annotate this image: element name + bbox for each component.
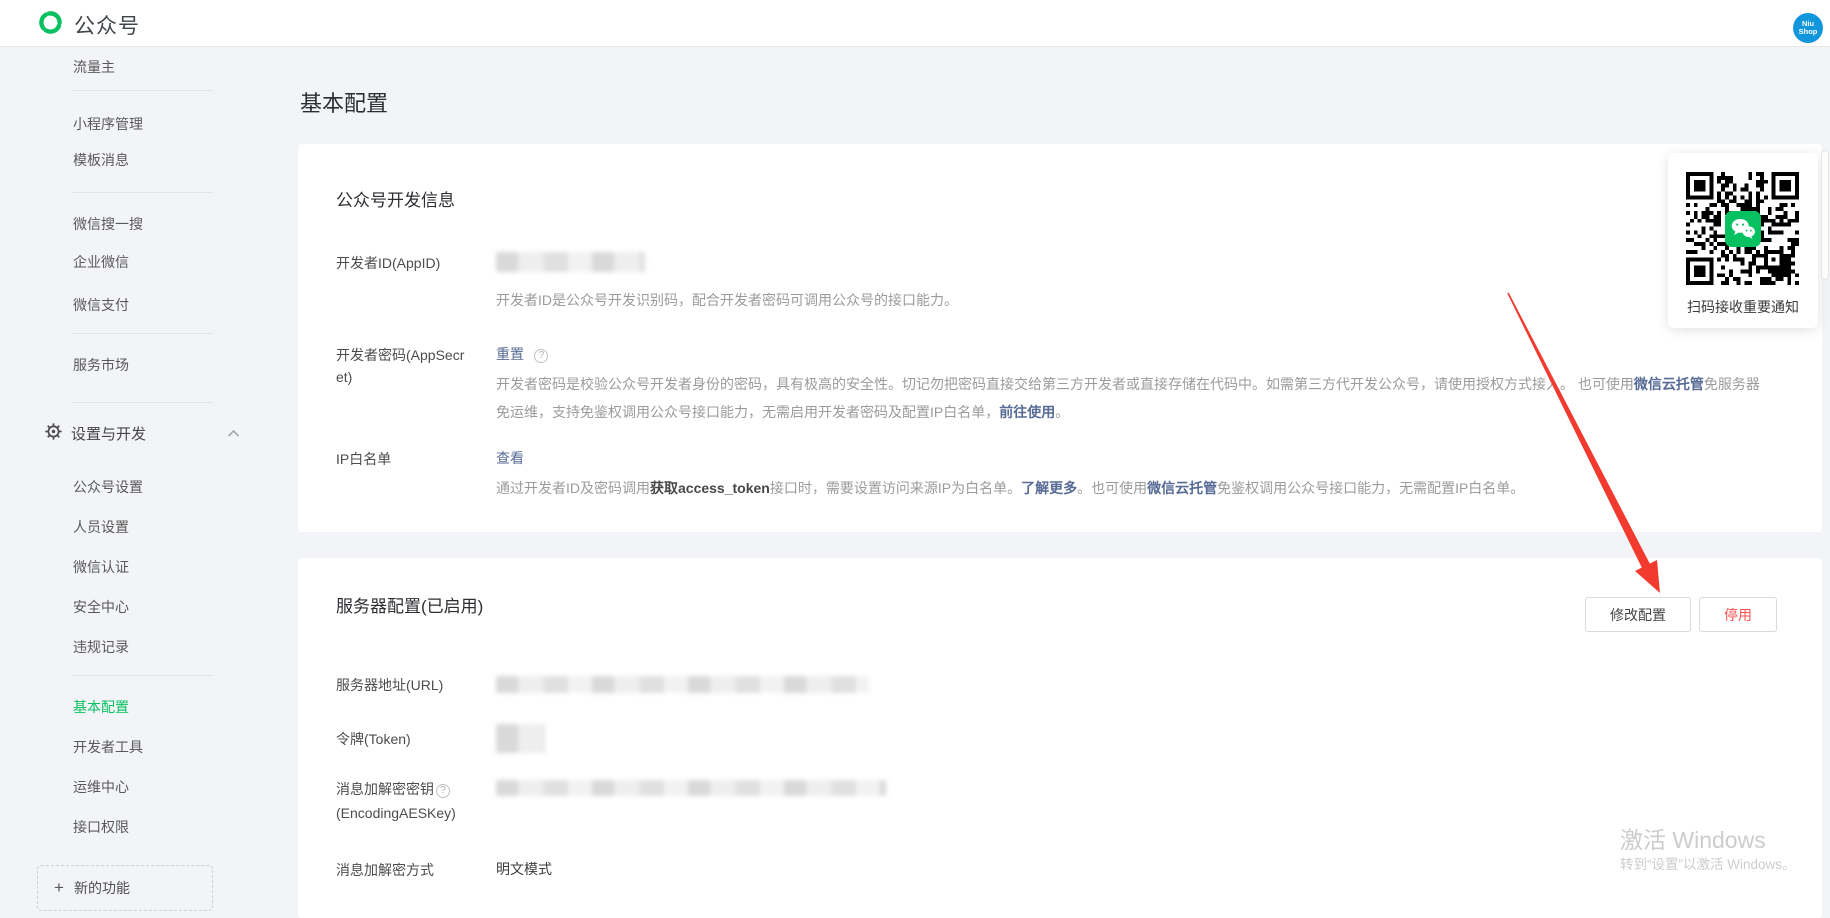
new-feature-label: 新的功能 — [74, 878, 130, 898]
sidebar-item-traffic[interactable]: 流量主 — [73, 57, 115, 77]
sidebar-item-work-wechat[interactable]: 企业微信 — [73, 252, 129, 272]
sidebar-item-account-settings[interactable]: 公众号设置 — [73, 477, 143, 497]
ip-whitelist-label: IP白名单 — [336, 448, 496, 498]
encrypt-mode-value: 明文模式 — [496, 859, 1772, 879]
appid-value-redacted — [496, 252, 645, 272]
qr-code — [1686, 172, 1799, 285]
account-avatar-badge[interactable]: Niu Shop — [1793, 13, 1823, 43]
ip-desc-text: 。也可使用 — [1077, 480, 1147, 496]
watermark-line2: 转到“设置”以激活 Windows。 — [1620, 856, 1796, 874]
sidebar-divider — [73, 333, 213, 334]
wechat-official-logo-icon — [37, 9, 64, 41]
brand-title: 公众号 — [74, 10, 140, 40]
learn-more-link[interactable]: 了解更多 — [1021, 480, 1077, 496]
help-icon[interactable]: ? — [436, 784, 450, 798]
qr-caption: 扫码接收重要通知 — [1668, 297, 1818, 317]
sidebar-divider — [73, 675, 213, 676]
sidebar-item-wechat-search[interactable]: 微信搜一搜 — [73, 214, 143, 234]
ip-whitelist-row: IP白名单 查看 通过开发者ID及密码调用获取access_token接口时，需… — [336, 448, 1822, 498]
sidebar-section-label: 设置与开发 — [71, 423, 146, 444]
sidebar: 流量主 小程序管理 模板消息 微信搜一搜 企业微信 微信支付 服务市场 — [0, 47, 250, 904]
sidebar-divider — [73, 192, 213, 193]
server-url-row: 服务器地址(URL) — [336, 674, 1822, 696]
chevron-up-icon — [227, 429, 240, 438]
disable-button[interactable]: 停用 — [1699, 597, 1777, 632]
appid-desc: 开发者ID是公众号开发识别码，配合开发者密码可调用公众号的接口能力。 — [496, 290, 1772, 310]
page-title: 基本配置 — [300, 86, 388, 118]
brand: 公众号 — [37, 9, 140, 41]
dev-info-card: 公众号开发信息 开发者ID(AppID) 开发者ID是公众号开发识别码，配合开发… — [298, 144, 1822, 532]
aeskey-row: 消息加解密密钥? (EncodingAESKey) — [336, 777, 1822, 825]
reset-link[interactable]: 重置 — [496, 346, 524, 362]
server-url-value-redacted — [496, 676, 869, 693]
sidebar-item-developer-tools[interactable]: 开发者工具 — [73, 737, 143, 757]
sidebar-item-service-market[interactable]: 服务市场 — [73, 355, 129, 375]
cloud-hosting-link[interactable]: 微信云托管 — [1634, 376, 1704, 392]
aeskey-value-redacted — [496, 780, 886, 796]
plus-icon: + — [54, 878, 74, 898]
windows-activation-watermark: 激活 Windows 转到“设置”以激活 Windows。 — [1620, 827, 1796, 874]
sidebar-item-api-permission[interactable]: 接口权限 — [73, 817, 129, 837]
sidebar-item-wechat-pay[interactable]: 微信支付 — [73, 295, 129, 315]
sidebar-item-ops-center[interactable]: 运维中心 — [73, 777, 129, 797]
ip-desc-text: 接口时，需要设置访问来源IP为白名单。 — [770, 480, 1021, 496]
scrollbar-thumb[interactable] — [1821, 150, 1829, 280]
dev-info-heading: 公众号开发信息 — [298, 144, 1822, 212]
cloud-hosting-link[interactable]: 微信云托管 — [1147, 480, 1217, 496]
modify-config-button[interactable]: 修改配置 — [1585, 597, 1691, 632]
token-row: 令牌(Token) — [336, 728, 1822, 753]
aeskey-label-text: 消息加解密密钥 — [336, 781, 434, 797]
appsecret-desc-text: 开发者密码是校验公众号开发者身份的密码，具有极高的安全性。切记勿把密码直接交给第… — [496, 376, 1634, 392]
wechat-logo-icon — [1725, 211, 1761, 247]
server-config-card: 服务器配置(已启用) 修改配置 停用 服务器地址(URL) 令牌(Token) … — [298, 558, 1822, 918]
appid-label: 开发者ID(AppID) — [336, 252, 496, 310]
token-label: 令牌(Token) — [336, 728, 496, 753]
sidebar-item-miniprogram[interactable]: 小程序管理 — [73, 114, 143, 134]
watermark-line1: 激活 Windows — [1620, 827, 1796, 853]
top-header: 公众号 Niu Shop — [0, 0, 1830, 47]
sidebar-section-settings-dev[interactable]: 设置与开发 — [45, 423, 240, 444]
appid-row: 开发者ID(AppID) 开发者ID是公众号开发识别码，配合开发者密码可调用公众… — [336, 252, 1822, 310]
sidebar-item-template-message[interactable]: 模板消息 — [73, 150, 129, 170]
ip-whitelist-desc: 通过开发者ID及密码调用获取access_token接口时，需要设置访问来源IP… — [496, 478, 1772, 498]
sidebar-item-basic-config[interactable]: 基本配置 — [73, 697, 129, 717]
badge-line2: Shop — [1799, 28, 1818, 36]
appsecret-label: 开发者密码(AppSecret) — [336, 344, 496, 426]
sidebar-divider — [73, 90, 213, 91]
aeskey-label-line2: (EncodingAESKey) — [336, 805, 456, 821]
help-icon[interactable]: ? — [534, 349, 548, 363]
sidebar-item-violation-record[interactable]: 违规记录 — [73, 637, 129, 657]
sidebar-item-security-center[interactable]: 安全中心 — [73, 597, 129, 617]
server-url-label: 服务器地址(URL) — [336, 674, 496, 696]
aeskey-label: 消息加解密密钥? (EncodingAESKey) — [336, 777, 496, 825]
sidebar-item-staff-settings[interactable]: 人员设置 — [73, 517, 129, 537]
go-use-link[interactable]: 前往使用 — [999, 404, 1055, 420]
token-value-redacted — [496, 724, 545, 753]
appsecret-row: 开发者密码(AppSecret) 重置 ? 开发者密码是校验公众号开发者身份的密… — [336, 344, 1822, 426]
new-feature-button[interactable]: + 新的功能 — [37, 865, 213, 911]
appsecret-desc: 开发者密码是校验公众号开发者身份的密码，具有极高的安全性。切记勿把密码直接交给第… — [496, 370, 1772, 426]
encrypt-mode-row: 消息加解密方式 明文模式 — [336, 859, 1822, 881]
ip-desc-text: 通过开发者ID及密码调用 — [496, 480, 650, 496]
appsecret-desc-text: 。 — [1055, 404, 1069, 420]
gear-icon — [45, 423, 62, 444]
sidebar-divider — [73, 402, 213, 403]
ip-desc-text: 免鉴权调用公众号接口能力，无需配置IP白名单。 — [1217, 480, 1524, 496]
qr-notification-panel: 扫码接收重要通知 — [1668, 153, 1818, 328]
encrypt-mode-label: 消息加解密方式 — [336, 859, 496, 881]
view-link[interactable]: 查看 — [496, 450, 524, 466]
get-access-token-link[interactable]: 获取access_token — [650, 480, 770, 496]
sidebar-item-wechat-verify[interactable]: 微信认证 — [73, 557, 129, 577]
